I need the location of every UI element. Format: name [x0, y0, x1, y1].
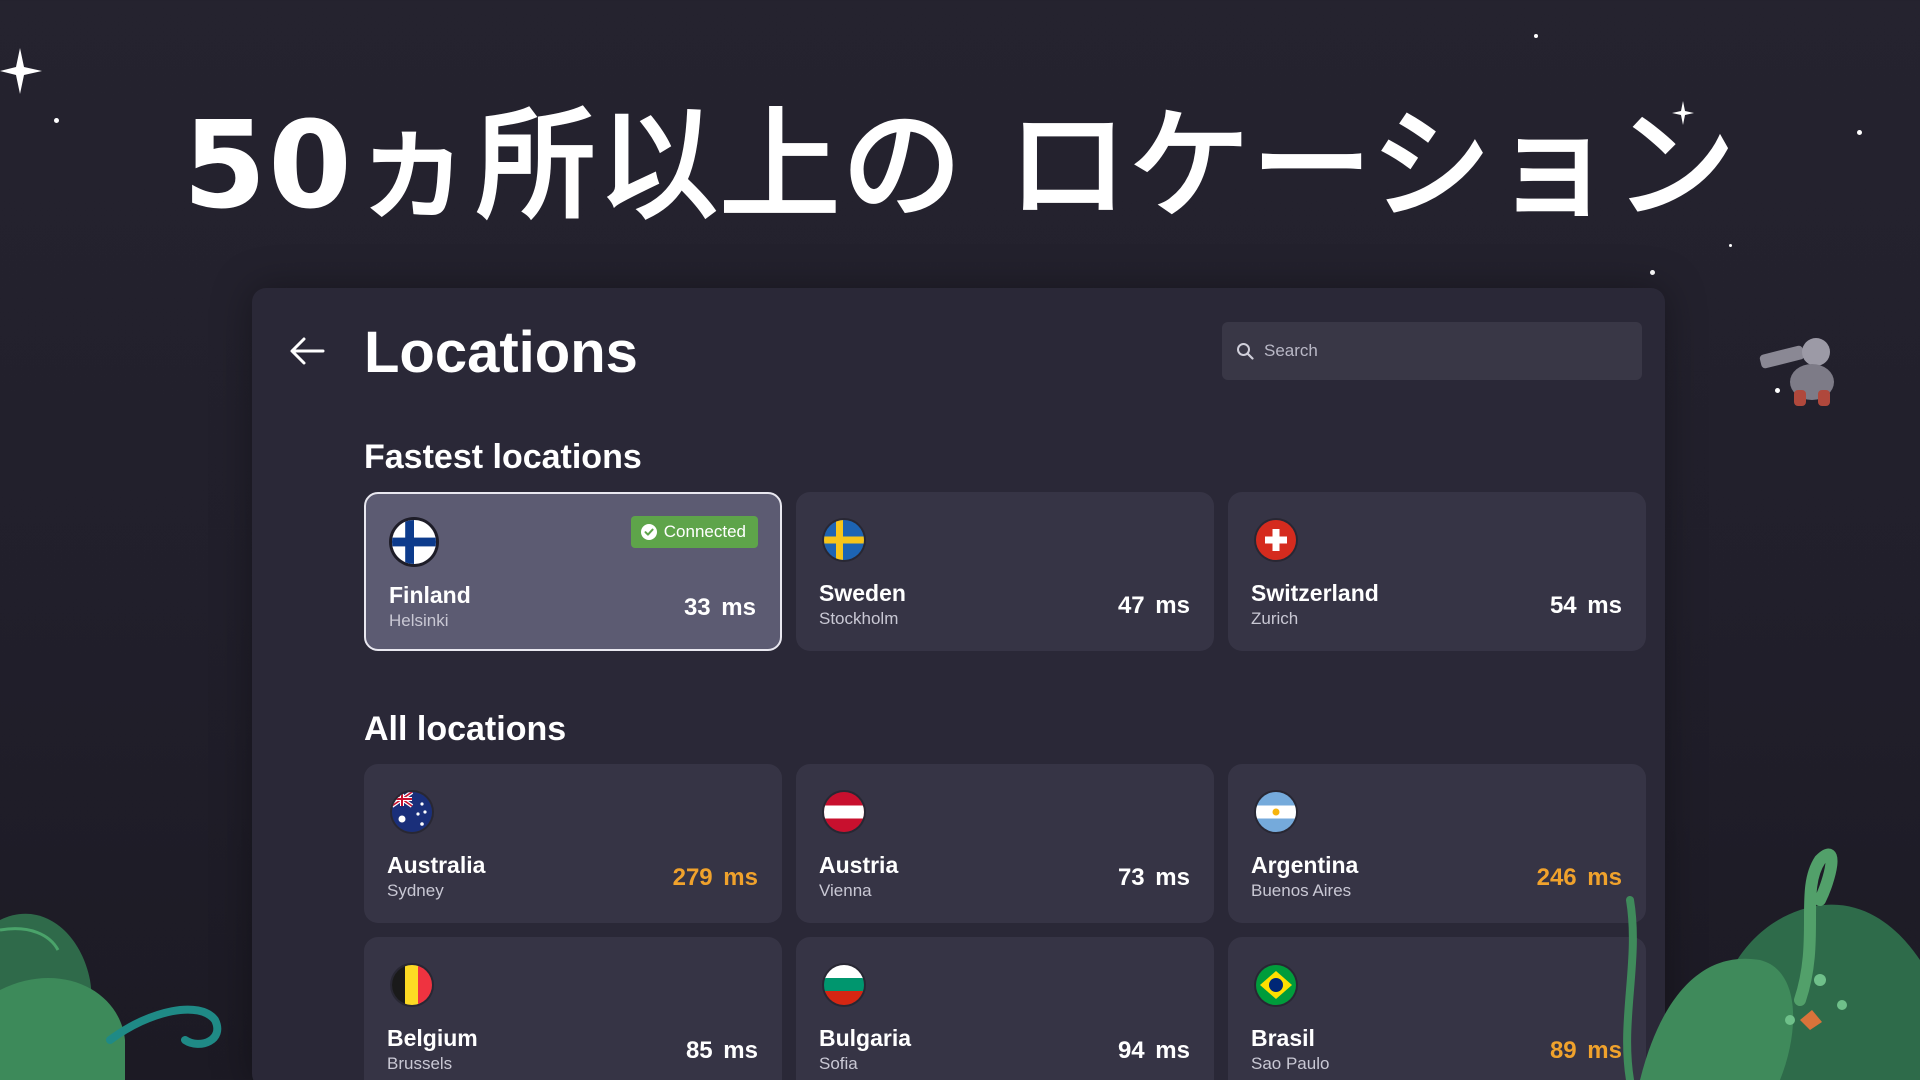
city-name: Helsinki [389, 611, 449, 630]
switzerland-flag-icon [1256, 520, 1296, 560]
finland-flag-icon [392, 520, 436, 564]
location-card-finland[interactable]: Connected Finland Helsinki 33 ms [364, 492, 782, 651]
latency-value: 279 ms [672, 864, 758, 891]
latency-value: 89 ms [1549, 1037, 1622, 1064]
latency-value: 94 ms [1117, 1037, 1190, 1064]
location-card-brasil[interactable]: Brasil Sao Paulo 89 ms [1228, 937, 1646, 1080]
location-card-sweden[interactable]: Sweden Stockholm 47 ms [796, 492, 1214, 651]
latency-value: 73 ms [1117, 864, 1190, 891]
country-name: Bulgaria [819, 1025, 912, 1051]
country-name: Brasil [1251, 1025, 1315, 1051]
search-box[interactable] [1222, 322, 1642, 380]
fastest-locations-grid: Connected Finland Helsinki 33 ms Sweden … [364, 492, 1646, 651]
city-name: Vienna [819, 881, 872, 900]
location-card-australia[interactable]: Australia Sydney 279 ms [364, 764, 782, 923]
location-card-bulgaria[interactable]: Bulgaria Sofia 94 ms [796, 937, 1214, 1080]
bulgaria-flag-icon [824, 965, 864, 1005]
promo-headline: 50ヵ所以上の ロケーション [182, 97, 1738, 236]
sweden-flag-icon [824, 520, 864, 560]
country-name: Belgium [387, 1025, 478, 1051]
connected-badge: Connected [630, 516, 758, 548]
telescope-robot-illustration [1756, 332, 1852, 421]
latency-value: 85 ms [685, 1037, 758, 1064]
location-card-argentina[interactable]: Argentina Buenos Aires 246 ms [1228, 764, 1646, 923]
argentina-flag-icon [1256, 792, 1296, 832]
country-name: Australia [387, 852, 486, 878]
city-name: Zurich [1251, 609, 1299, 628]
latency-value: 246 ms [1536, 864, 1622, 891]
latency-value: 47 ms [1117, 592, 1190, 619]
location-card-switzerland[interactable]: Switzerland Zurich 54 ms [1228, 492, 1646, 651]
country-name: Austria [819, 852, 899, 878]
latency-value: 54 ms [1549, 592, 1622, 619]
all-locations-grid: Australia Sydney 279 ms Austria Vienna 7… [364, 764, 1646, 1080]
latency-value: 33 ms [683, 594, 756, 621]
star-dot [1729, 244, 1732, 247]
star-dot [1534, 34, 1538, 38]
check-circle-icon [640, 524, 657, 540]
country-name: Sweden [819, 580, 906, 606]
country-name: Finland [389, 582, 471, 608]
search-icon [1237, 343, 1254, 360]
city-name: Brussels [387, 1054, 453, 1073]
city-name: Sao Paulo [1251, 1054, 1330, 1073]
city-name: Sofia [819, 1054, 858, 1073]
country-name: Switzerland [1251, 580, 1379, 606]
search-input[interactable] [1264, 341, 1624, 361]
fastest-locations-heading: Fastest locations [364, 438, 642, 476]
star-dot [1650, 270, 1655, 275]
city-name: Buenos Aires [1251, 881, 1352, 900]
arrow-left-icon [290, 337, 325, 365]
brazil-flag-icon [1256, 965, 1296, 1005]
austria-flag-icon [824, 792, 864, 832]
location-card-belgium[interactable]: Belgium Brussels 85 ms [364, 937, 782, 1080]
back-button[interactable] [282, 326, 332, 376]
country-name: Argentina [1251, 852, 1359, 878]
city-name: Stockholm [819, 609, 899, 628]
location-card-austria[interactable]: Austria Vienna 73 ms [796, 764, 1214, 923]
australia-flag-icon [392, 792, 432, 832]
city-name: Sydney [387, 881, 444, 900]
locations-screen: Locations Fastest locations Connected Fi… [252, 288, 1665, 1080]
page-title: Locations [364, 320, 638, 385]
all-locations-heading: All locations [364, 710, 567, 748]
belgium-flag-icon [392, 965, 432, 1005]
